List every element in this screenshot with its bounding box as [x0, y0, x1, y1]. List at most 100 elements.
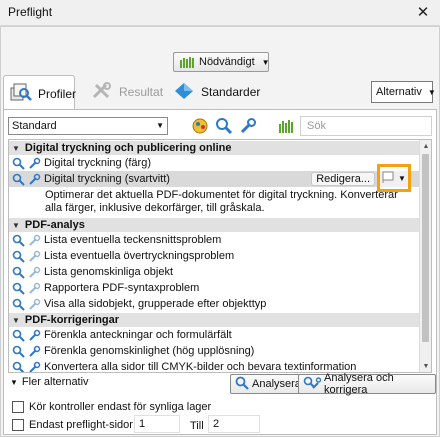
scroll-thumb[interactable]	[422, 154, 429, 342]
magnifier-icon	[12, 329, 25, 342]
group-title: Digital tryckning och publicering online	[24, 142, 232, 154]
profile-library-select[interactable]: Standard ▼	[8, 117, 168, 135]
list-item[interactable]: Lista eventuella teckensnittsproblem	[9, 232, 419, 248]
list-item-label: Digital tryckning (färg)	[44, 157, 151, 169]
profile-library-value: Standard	[12, 120, 57, 132]
tab-standarder-label: Standarder	[201, 85, 261, 99]
list-item[interactable]: Konvertera alla sidor till CMYK-bilder o…	[9, 359, 419, 373]
page-range-option[interactable]: Endast preflight-sidor	[12, 419, 133, 431]
list-item[interactable]: Lista genomskinliga objekt	[9, 264, 419, 280]
search-placeholder: Sök	[307, 120, 326, 132]
list-item[interactable]: Lista eventuella övertryckningsproblem	[9, 248, 419, 264]
scroll-down-icon[interactable]: ▼	[420, 360, 431, 372]
profiles-panel: Standard ▼ Sök ▼ Digital tryckning och p…	[3, 109, 437, 435]
preflight-window: Nödvändigt ▼ Profiler Resultat Standarde…	[0, 26, 440, 437]
list-item-selected[interactable]: Digital tryckning (svartvitt) Redigera..…	[9, 164, 419, 192]
magnifier-icon	[12, 266, 25, 279]
list-item[interactable]: Förenkla genomskinlighet (hög upplösning…	[9, 343, 419, 359]
analyze-fix-icon	[303, 376, 322, 393]
list-item[interactable]: Digital tryckning (färg)	[9, 155, 419, 171]
profile-category-label: Nödvändigt	[199, 56, 255, 68]
wrench-icon	[28, 282, 41, 295]
search-field[interactable]: Sök	[300, 116, 432, 136]
profile-description: Optimerar det aktuella PDF-dokumentet fö…	[45, 189, 398, 214]
magnifier-icon	[12, 361, 25, 372]
group-header[interactable]: ▼ Digital tryckning och publicering onli…	[9, 140, 419, 155]
magnifier-icon	[12, 173, 25, 186]
group-header[interactable]: ▼ PDF-analys	[9, 217, 419, 232]
collapse-triangle-icon: ▼	[12, 143, 20, 153]
window-title: Preflight	[8, 5, 53, 19]
more-options-toggle[interactable]: ▼ Fler alternativ	[10, 376, 89, 388]
list-item-label: Förenkla anteckningar och formulärfält	[44, 329, 232, 341]
tab-profiler[interactable]: Profiler	[3, 75, 77, 111]
edit-profile-button[interactable]: Redigera...	[311, 172, 375, 186]
bars-icon[interactable]	[276, 116, 296, 136]
list-item[interactable]: Förenkla anteckningar och formulärfält	[9, 327, 419, 343]
list-item-label: Lista eventuella övertryckningsproblem	[44, 250, 235, 262]
list-item-label: Konvertera alla sidor till CMYK-bilder o…	[44, 361, 357, 373]
analyze-label: Analysera	[252, 378, 301, 390]
more-options-label: Fler alternativ	[21, 376, 89, 388]
new-profile-icon[interactable]	[190, 116, 210, 136]
group-title: PDF-analys	[24, 219, 85, 231]
profile-category-dropdown[interactable]: Nödvändigt ▼	[173, 52, 270, 72]
list-item-label: Förenkla genomskinlighet (hög upplösning…	[44, 345, 255, 357]
wrench-icon	[28, 329, 41, 342]
tab-standarder[interactable]: Standarder	[167, 75, 260, 109]
magnifier-icon	[12, 250, 25, 263]
list-item-label: Lista genomskinliga objekt	[44, 266, 174, 278]
results-icon	[91, 81, 113, 104]
analyze-fix-label: Analysera och korrigera	[324, 372, 394, 396]
chevron-down-icon: ▼	[398, 173, 406, 183]
bars-icon	[180, 56, 194, 68]
group-header[interactable]: ▼ PDF-korrigeringar	[9, 312, 419, 327]
from-page-field[interactable]: 1	[134, 415, 180, 433]
wrench-icon	[28, 250, 41, 263]
visible-layers-label: Kör kontroller endast för synliga lager	[29, 401, 212, 413]
visible-layers-option[interactable]: Kör kontroller endast för synliga lager	[12, 401, 211, 413]
chevron-down-icon: ▼	[156, 121, 164, 130]
profiles-icon	[10, 82, 32, 105]
magnifier-icon	[12, 234, 25, 247]
scroll-up-icon[interactable]: ▲	[420, 140, 431, 152]
magnifier-icon	[12, 345, 25, 358]
magnifier-icon	[12, 282, 25, 295]
list-item[interactable]: Rapportera PDF-syntaxproblem	[9, 280, 419, 296]
close-icon[interactable]: ✕	[412, 2, 434, 22]
group-title: PDF-korrigeringar	[24, 314, 120, 326]
magnifier-icon[interactable]	[214, 116, 234, 136]
wrench-icon	[28, 157, 41, 170]
to-label: Till	[190, 420, 204, 432]
tab-resultat-label: Resultat	[119, 85, 164, 99]
profile-list: ▼ Digital tryckning och publicering onli…	[8, 139, 432, 373]
to-page-field[interactable]: 2	[208, 415, 260, 433]
wrench-icon	[28, 173, 41, 186]
visible-layers-checkbox[interactable]	[12, 401, 24, 413]
profiles-toolbar: Standard ▼ Sök	[8, 114, 432, 138]
analyze-fix-button[interactable]: Analysera och korrigera	[298, 372, 436, 396]
magnifier-icon	[235, 376, 249, 393]
options-button[interactable]: Alternativ ▼	[371, 81, 436, 103]
wrench-icon[interactable]	[238, 116, 258, 136]
collapse-triangle-icon: ▼	[12, 220, 20, 230]
list-item-label: Lista eventuella teckensnittsproblem	[44, 234, 222, 246]
options-label: Alternativ	[376, 86, 422, 98]
tab-profiler-label: Profiler	[38, 86, 77, 101]
expand-triangle-icon: ▼	[10, 377, 18, 387]
page-range-checkbox[interactable]	[12, 419, 24, 431]
wrench-icon	[28, 266, 41, 279]
wrench-icon	[28, 345, 41, 358]
list-scrollbar[interactable]: ▲ ▼	[419, 140, 431, 372]
wrench-icon	[28, 298, 41, 311]
magnifier-icon	[12, 157, 25, 170]
wrench-icon	[28, 234, 41, 247]
page-range-label: Endast preflight-sidor	[29, 419, 133, 431]
list-item[interactable]: Visa alla sidobjekt, grupperade efter ob…	[9, 296, 419, 312]
standards-icon	[173, 81, 195, 104]
magnifier-icon	[12, 298, 25, 311]
analyze-button[interactable]: Analysera	[230, 374, 308, 394]
tab-resultat[interactable]: Resultat	[85, 75, 163, 109]
profile-menu-highlight[interactable]: ▼	[377, 164, 411, 192]
wrench-icon	[28, 361, 41, 372]
